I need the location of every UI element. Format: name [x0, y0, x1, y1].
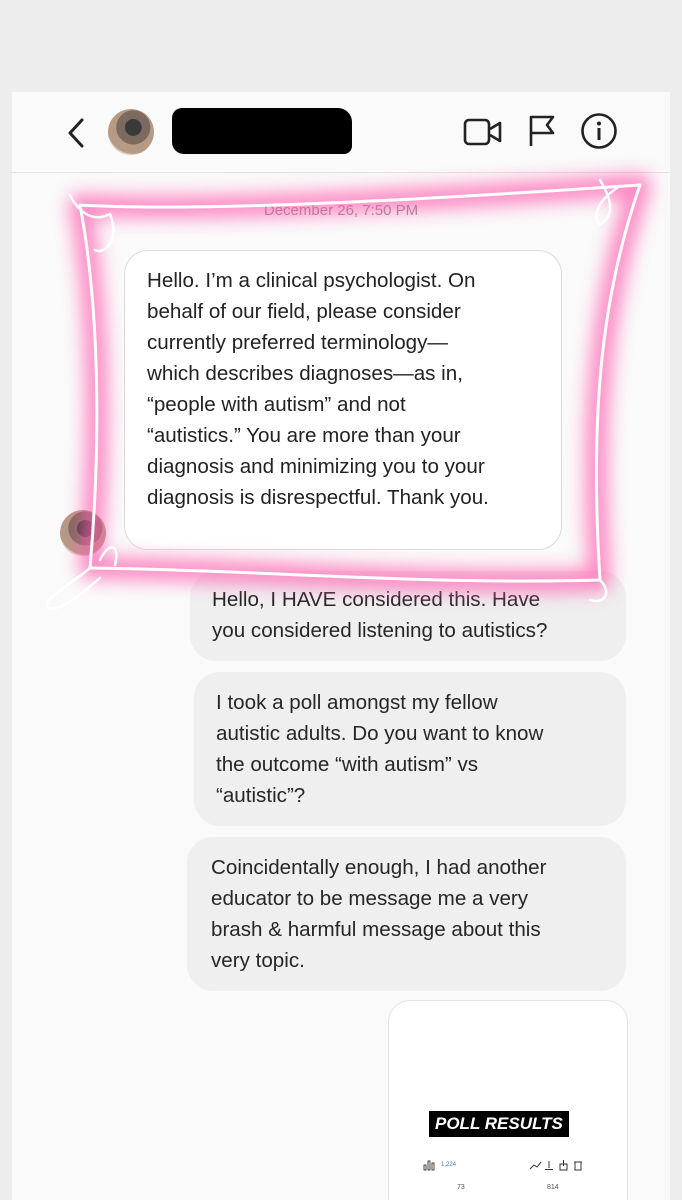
chevron-left-icon[interactable] — [62, 116, 92, 150]
views-count: 1,224 — [441, 1162, 457, 1168]
outgoing-message[interactable]: Hello, I HAVE considered this. Have you … — [190, 571, 626, 661]
chat-header: d — [12, 92, 670, 173]
message-line: I took a poll amongst my fellow — [216, 691, 498, 714]
message-line: educator to be message me a very — [211, 887, 529, 910]
message-line: diagnosis and minimizing you to your — [147, 455, 485, 478]
shared-image-message[interactable]: POLL RESULTS 1,224 73 814 — [388, 1000, 628, 1200]
message-timestamp: December 26, 7:50 PM — [263, 202, 419, 219]
dm-screen: d December 26, 7:50 PM Hello. I’m a clin… — [12, 92, 670, 1200]
flag-icon[interactable] — [527, 114, 557, 148]
info-icon[interactable] — [580, 112, 618, 150]
message-line: Hello, I HAVE considered this. Have — [212, 588, 541, 611]
incoming-message[interactable]: Hello. I’m a clinical psychologist. On b… — [124, 250, 562, 550]
story-actions-icons — [529, 1160, 582, 1171]
message-line: behalf of our field, please consider — [147, 300, 461, 323]
message-line: diagnosis is disrespectful. Thank you. — [147, 486, 489, 509]
outgoing-message[interactable]: Coincidentally enough, I had another edu… — [187, 837, 626, 991]
poll-results-label: POLL RESULTS — [429, 1111, 569, 1137]
message-line: “people with autism” and not — [147, 393, 406, 416]
message-line: Hello. I’m a clinical psychologist. On — [147, 269, 476, 292]
message-line: currently preferred terminology— — [147, 331, 449, 354]
poll-count-right: 814 — [547, 1184, 559, 1191]
message-line: very topic. — [211, 949, 305, 972]
sender-avatar[interactable] — [60, 510, 106, 556]
message-line: which describes diagnoses—as in, — [147, 362, 463, 385]
outgoing-message[interactable]: I took a poll amongst my fellow autistic… — [194, 672, 626, 826]
message-line: brash & harmful message about this — [211, 918, 541, 941]
message-line: “autistic”? — [216, 784, 306, 807]
avatar[interactable] — [108, 109, 154, 155]
message-line: “autistics.” You are more than your — [147, 424, 461, 447]
message-line: autistic adults. Do you want to know — [216, 722, 544, 745]
poll-count-left: 73 — [457, 1184, 465, 1191]
message-line: you considered listening to autistics? — [212, 619, 548, 642]
bar-chart-icon — [423, 1160, 435, 1171]
video-call-icon[interactable] — [463, 117, 503, 147]
redacted-username — [172, 108, 352, 154]
message-line: the outcome “with autism” vs — [216, 753, 479, 776]
message-line: Coincidentally enough, I had another — [211, 856, 547, 879]
